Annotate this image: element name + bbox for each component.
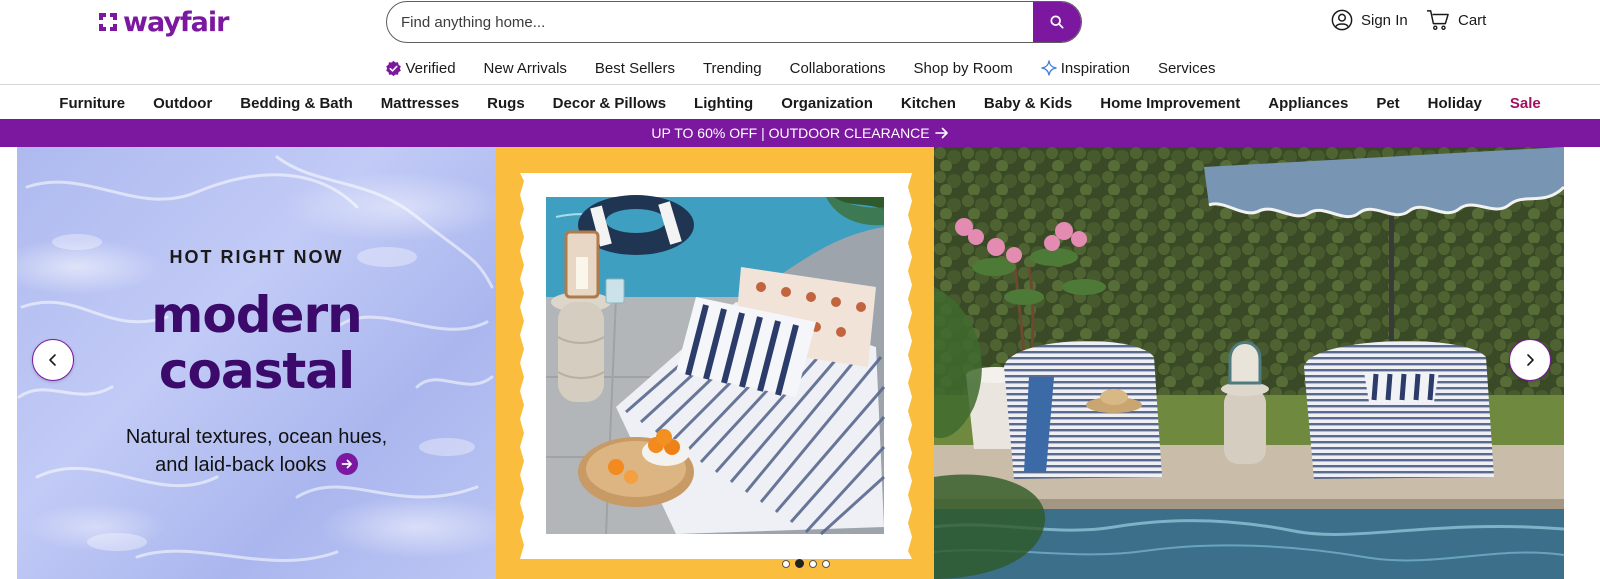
hero-subcopy-line1: Natural textures, ocean hues, bbox=[125, 426, 388, 448]
carousel-prev-button[interactable] bbox=[32, 339, 74, 381]
verified-badge-icon bbox=[385, 60, 401, 76]
category-nav: Furniture Outdoor Bedding & Bath Mattres… bbox=[0, 92, 1600, 114]
secondary-nav: Verified New Arrivals Best Sellers Trend… bbox=[0, 56, 1600, 80]
logo-text: wayfair bbox=[123, 6, 229, 38]
carousel-next-button[interactable] bbox=[1509, 339, 1551, 381]
sign-in-label: Sign In bbox=[1361, 11, 1408, 29]
category-outdoor[interactable]: Outdoor bbox=[153, 95, 212, 112]
search-bar bbox=[386, 1, 1082, 43]
category-rugs[interactable]: Rugs bbox=[487, 95, 525, 112]
sparkle-icon bbox=[1040, 60, 1057, 76]
search-icon bbox=[1050, 15, 1064, 29]
category-furniture[interactable]: Furniture bbox=[59, 95, 125, 112]
category-bedding-bath[interactable]: Bedding & Bath bbox=[240, 95, 353, 112]
cart-label: Cart bbox=[1458, 11, 1487, 29]
subnav-services[interactable]: Services bbox=[1158, 60, 1216, 77]
carousel-dot-1[interactable] bbox=[782, 559, 790, 568]
subnav-label: Best Sellers bbox=[594, 59, 675, 77]
hero-product-image[interactable] bbox=[496, 147, 934, 579]
chevron-left-icon bbox=[49, 354, 56, 366]
hero-headline: modern coastal bbox=[17, 287, 496, 399]
user-circle-icon bbox=[1331, 9, 1353, 31]
category-pet[interactable]: Pet bbox=[1376, 95, 1399, 112]
subnav-label: Verified bbox=[405, 59, 456, 77]
category-decor-pillows[interactable]: Decor & Pillows bbox=[553, 95, 666, 112]
category-baby-kids[interactable]: Baby & Kids bbox=[984, 95, 1072, 112]
subnav-label: New Arrivals bbox=[483, 59, 567, 77]
search-button[interactable] bbox=[1033, 2, 1081, 42]
subnav-label: Shop by Room bbox=[913, 59, 1013, 77]
arrow-right-icon bbox=[934, 127, 948, 139]
chevron-right-icon bbox=[1527, 354, 1534, 366]
category-holiday[interactable]: Holiday bbox=[1428, 95, 1482, 112]
cart-button[interactable]: Cart bbox=[1426, 9, 1486, 31]
subnav-collaborations[interactable]: Collaborations bbox=[790, 60, 886, 77]
hero-eyebrow: HOT RIGHT NOW bbox=[169, 247, 344, 267]
subnav-label: Trending bbox=[702, 59, 762, 77]
site-header: wayfair Sign In Cart bbox=[0, 0, 1600, 44]
pool-lounger-photo bbox=[520, 173, 912, 559]
carousel-dot-4[interactable] bbox=[822, 559, 830, 568]
hero-subcopy: Natural textures, ocean hues, and laid-b… bbox=[17, 423, 496, 479]
promo-text: UP TO 60% OFF | OUTDOOR CLEARANCE bbox=[651, 125, 930, 141]
subnav-best-sellers[interactable]: Best Sellers bbox=[595, 60, 675, 77]
sign-in-button[interactable]: Sign In bbox=[1331, 9, 1408, 31]
carousel-dot-2-active[interactable] bbox=[795, 559, 804, 568]
carousel-dot-3[interactable] bbox=[809, 559, 817, 568]
wayfair-logo[interactable]: wayfair bbox=[96, 5, 229, 39]
hero-headline-line2: coastal bbox=[158, 342, 355, 400]
category-sale[interactable]: Sale bbox=[1510, 95, 1541, 112]
subnav-label: Inspiration bbox=[1060, 59, 1130, 77]
search-input[interactable] bbox=[401, 2, 991, 42]
hero-subcopy-line2: and laid-back looks bbox=[155, 454, 327, 476]
hero-subcopy-line2-wrap: and laid-back looks bbox=[17, 451, 496, 479]
subnav-new-arrivals[interactable]: New Arrivals bbox=[484, 60, 567, 77]
subnav-shop-by-room[interactable]: Shop by Room bbox=[914, 60, 1013, 77]
logo-mark-icon bbox=[99, 13, 117, 31]
subnav-label: Collaborations bbox=[789, 59, 886, 77]
promo-banner[interactable]: UP TO 60% OFF | OUTDOOR CLEARANCE bbox=[0, 119, 1600, 147]
hero-copy-panel[interactable]: HOT RIGHT NOW modern coastal Natural tex… bbox=[17, 147, 496, 579]
cart-icon bbox=[1427, 10, 1449, 31]
category-home-improvement[interactable]: Home Improvement bbox=[1100, 95, 1240, 112]
hero-cta-button[interactable] bbox=[335, 452, 358, 475]
arrow-right-icon bbox=[341, 459, 352, 469]
carousel-pagination bbox=[782, 559, 830, 568]
category-organization[interactable]: Organization bbox=[781, 95, 873, 112]
category-lighting[interactable]: Lighting bbox=[694, 95, 753, 112]
patio-chairs-photo bbox=[933, 147, 1564, 579]
hero-lifestyle-image[interactable] bbox=[933, 147, 1564, 579]
nav-divider bbox=[0, 84, 1600, 85]
subnav-inspiration[interactable]: Inspiration bbox=[1040, 59, 1130, 77]
subnav-label: Services bbox=[1157, 59, 1216, 77]
subnav-trending[interactable]: Trending bbox=[703, 60, 762, 77]
hero-carousel: HOT RIGHT NOW modern coastal Natural tex… bbox=[17, 147, 1564, 579]
category-appliances[interactable]: Appliances bbox=[1268, 95, 1348, 112]
category-mattresses[interactable]: Mattresses bbox=[381, 95, 459, 112]
category-kitchen[interactable]: Kitchen bbox=[901, 95, 956, 112]
hero-headline-line1: modern bbox=[151, 286, 362, 344]
subnav-verified[interactable]: Verified bbox=[385, 60, 456, 77]
